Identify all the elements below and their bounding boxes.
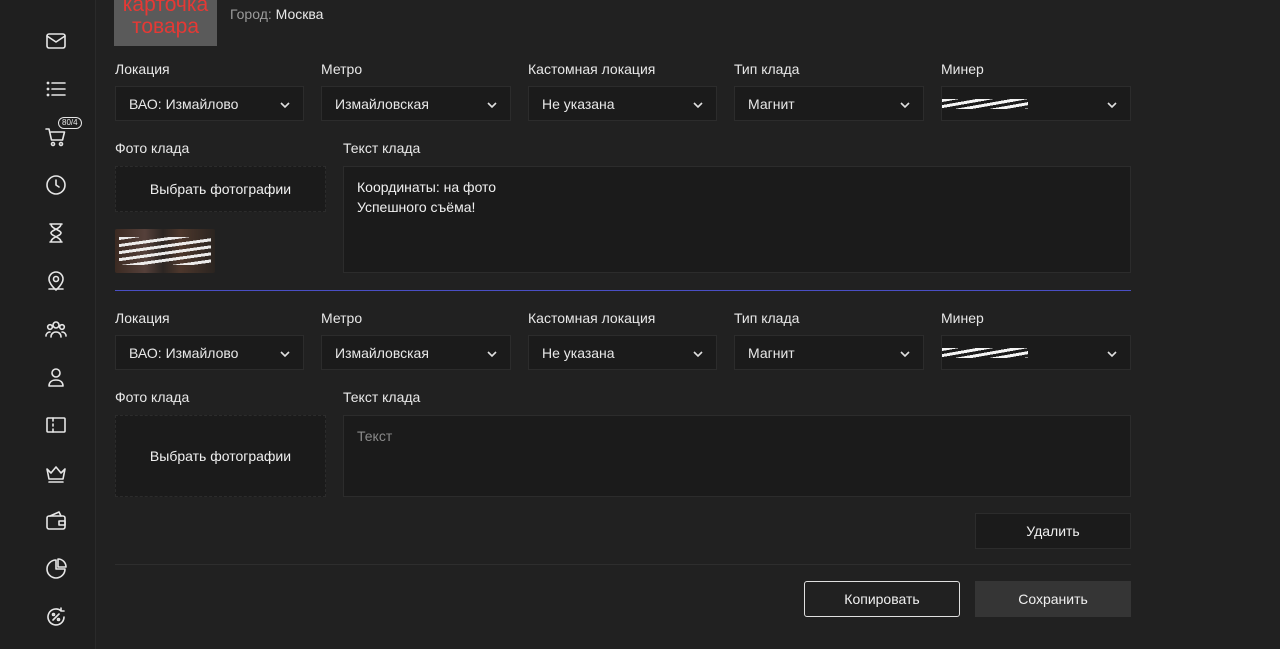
chevron-down-icon — [692, 98, 704, 110]
form2-location-value: ВАО: Измайлово — [129, 344, 239, 361]
chevron-down-icon — [1106, 98, 1118, 110]
clock-icon[interactable] — [40, 169, 72, 201]
crown-icon[interactable] — [40, 457, 72, 489]
city-value: Москва — [275, 6, 324, 22]
form1-text-line2: Успешного съёма! — [357, 199, 476, 215]
chevron-down-icon — [486, 347, 498, 359]
city-info: Город: Москва — [230, 6, 323, 22]
form1-type-select[interactable]: Магнит — [734, 86, 924, 121]
redacted-value — [942, 98, 1028, 109]
form1-location-select[interactable]: ВАО: Измайлово — [115, 86, 304, 121]
chevron-down-icon — [899, 347, 911, 359]
form1-metro-label: Метро — [321, 61, 363, 77]
chevron-down-icon — [486, 98, 498, 110]
save-button[interactable]: Сохранить — [975, 581, 1131, 617]
form1-location-value: ВАО: Измайлово — [129, 95, 239, 112]
form2-text-area[interactable]: Текст — [343, 415, 1131, 497]
redacted-value — [942, 347, 1028, 358]
form2-custom-location-label: Кастомная локация — [528, 310, 656, 326]
form1-miner-select[interactable] — [941, 86, 1131, 121]
cart-badge: 80/4 — [58, 117, 82, 129]
city-label: Город: — [230, 6, 272, 22]
form2-type-value: Магнит — [748, 344, 795, 361]
form1-custom-location-value: Не указана — [542, 95, 615, 112]
form2-miner-label: Минер — [941, 310, 984, 326]
list-icon[interactable] — [40, 73, 72, 105]
form1-type-label: Тип клада — [734, 61, 800, 77]
wallet-icon[interactable] — [40, 505, 72, 537]
form1-custom-location-label: Кастомная локация — [528, 61, 656, 77]
form2-text-placeholder: Текст — [357, 428, 393, 444]
copy-button[interactable]: Копировать — [804, 581, 960, 617]
form2-metro-label: Метро — [321, 310, 363, 326]
form2-choose-photos-button[interactable]: Выбрать фотографии — [115, 415, 326, 497]
form2-type-label: Тип клада — [734, 310, 800, 326]
form2-metro-select[interactable]: Измайловская — [321, 335, 511, 370]
chevron-down-icon — [279, 98, 291, 110]
form1-metro-select[interactable]: Измайловская — [321, 86, 511, 121]
form1-text-line1: Координаты: на фото — [357, 179, 497, 195]
form1-metro-value: Измайловская — [335, 95, 429, 112]
sidebar: 80/4 — [0, 0, 96, 649]
form2-location-select[interactable]: ВАО: Измайлово — [115, 335, 304, 370]
chevron-down-icon — [279, 347, 291, 359]
form1-text-area[interactable]: Координаты: на фото Успешного съёма! — [343, 166, 1131, 273]
mail-icon[interactable] — [40, 25, 72, 57]
form1-choose-photos-button[interactable]: Выбрать фотографии — [115, 166, 326, 212]
delete-button[interactable]: Удалить — [975, 513, 1131, 549]
form2-photo-label: Фото клада — [115, 389, 190, 405]
form1-text-label: Текст клада — [343, 140, 421, 156]
chevron-down-icon — [692, 347, 704, 359]
redacted-thumbnail — [119, 237, 211, 265]
chevron-down-icon — [899, 98, 911, 110]
ticket-icon[interactable] — [40, 409, 72, 441]
form1-custom-location-select[interactable]: Не указана — [528, 86, 717, 121]
form1-type-value: Магнит — [748, 95, 795, 112]
percent-refresh-icon[interactable] — [40, 601, 72, 633]
product-image: карточка товара — [114, 0, 217, 46]
footer-divider — [115, 564, 1131, 565]
form2-type-select[interactable]: Магнит — [734, 335, 924, 370]
hourglass-icon[interactable] — [40, 217, 72, 249]
pie-chart-icon[interactable] — [40, 553, 72, 585]
form1-location-label: Локация — [115, 61, 170, 77]
form2-custom-location-value: Не указана — [542, 344, 615, 361]
location-pin-icon[interactable] — [40, 265, 72, 297]
form2-custom-location-select[interactable]: Не указана — [528, 335, 717, 370]
user-icon[interactable] — [40, 361, 72, 393]
chevron-down-icon — [1106, 347, 1118, 359]
cart-icon[interactable]: 80/4 — [40, 117, 82, 153]
form2-miner-select[interactable] — [941, 335, 1131, 370]
form-divider — [115, 290, 1131, 291]
form2-location-label: Локация — [115, 310, 170, 326]
form2-metro-value: Измайловская — [335, 344, 429, 361]
photo-thumbnails[interactable] — [115, 229, 215, 273]
form2-text-label: Текст клада — [343, 389, 421, 405]
users-group-icon[interactable] — [40, 313, 72, 345]
form1-photo-label: Фото клада — [115, 140, 190, 156]
form1-miner-label: Минер — [941, 61, 984, 77]
